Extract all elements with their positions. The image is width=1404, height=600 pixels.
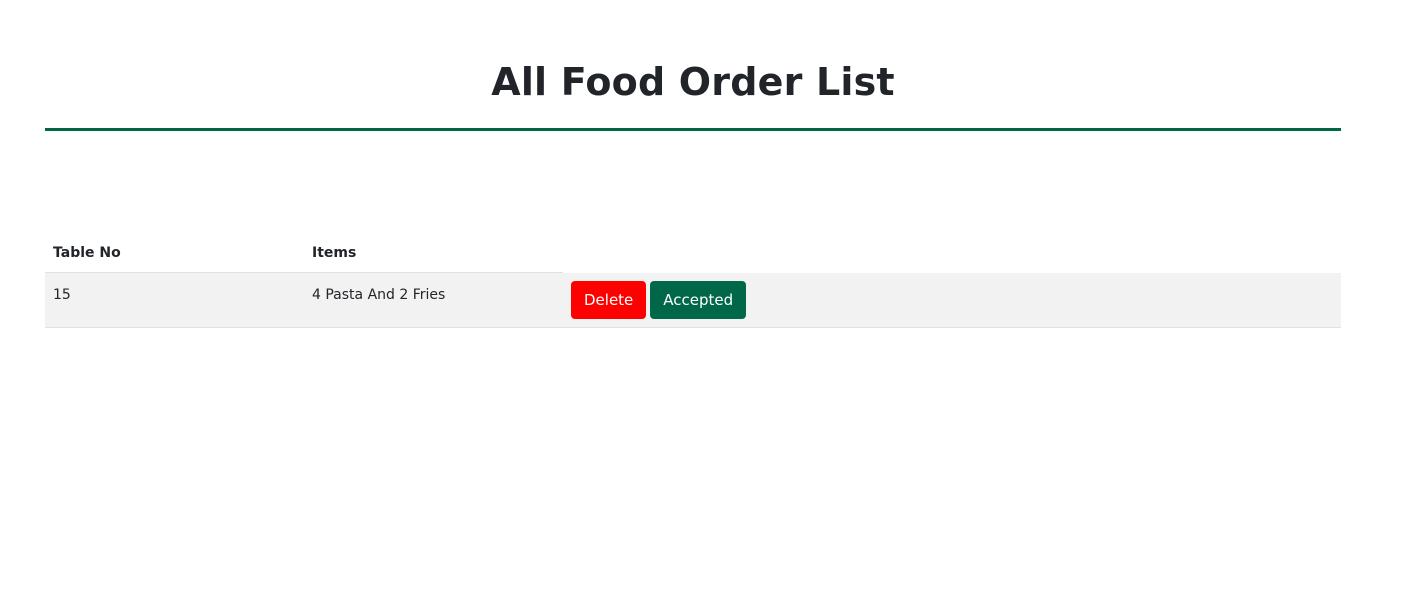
orders-table: Table No Items 15 4 Pasta And 2 Fries De…: [45, 235, 1341, 328]
cell-items: 4 Pasta And 2 Fries: [312, 287, 446, 303]
cell-table-no: 15: [53, 287, 71, 303]
column-header-table-no: Table No: [45, 235, 304, 273]
page-title: All Food Order List: [491, 60, 895, 104]
delete-button[interactable]: Delete: [571, 280, 647, 319]
accepted-button[interactable]: Accepted: [650, 280, 747, 319]
column-header-items: Items: [304, 235, 563, 273]
title-divider: [45, 128, 1341, 131]
cell-actions: Delete Accepted: [563, 273, 1341, 328]
table-header: Table No Items: [45, 235, 1341, 273]
table-row: 15 4 Pasta And 2 Fries Delete Accepted: [45, 272, 1341, 328]
column-header-actions: [563, 235, 1341, 273]
header-row: Table No Items: [45, 235, 1341, 273]
table-body: 15 4 Pasta And 2 Fries Delete Accepted: [45, 272, 1341, 328]
page: All Food Order List Table No Items 15 4 …: [0, 0, 1404, 600]
